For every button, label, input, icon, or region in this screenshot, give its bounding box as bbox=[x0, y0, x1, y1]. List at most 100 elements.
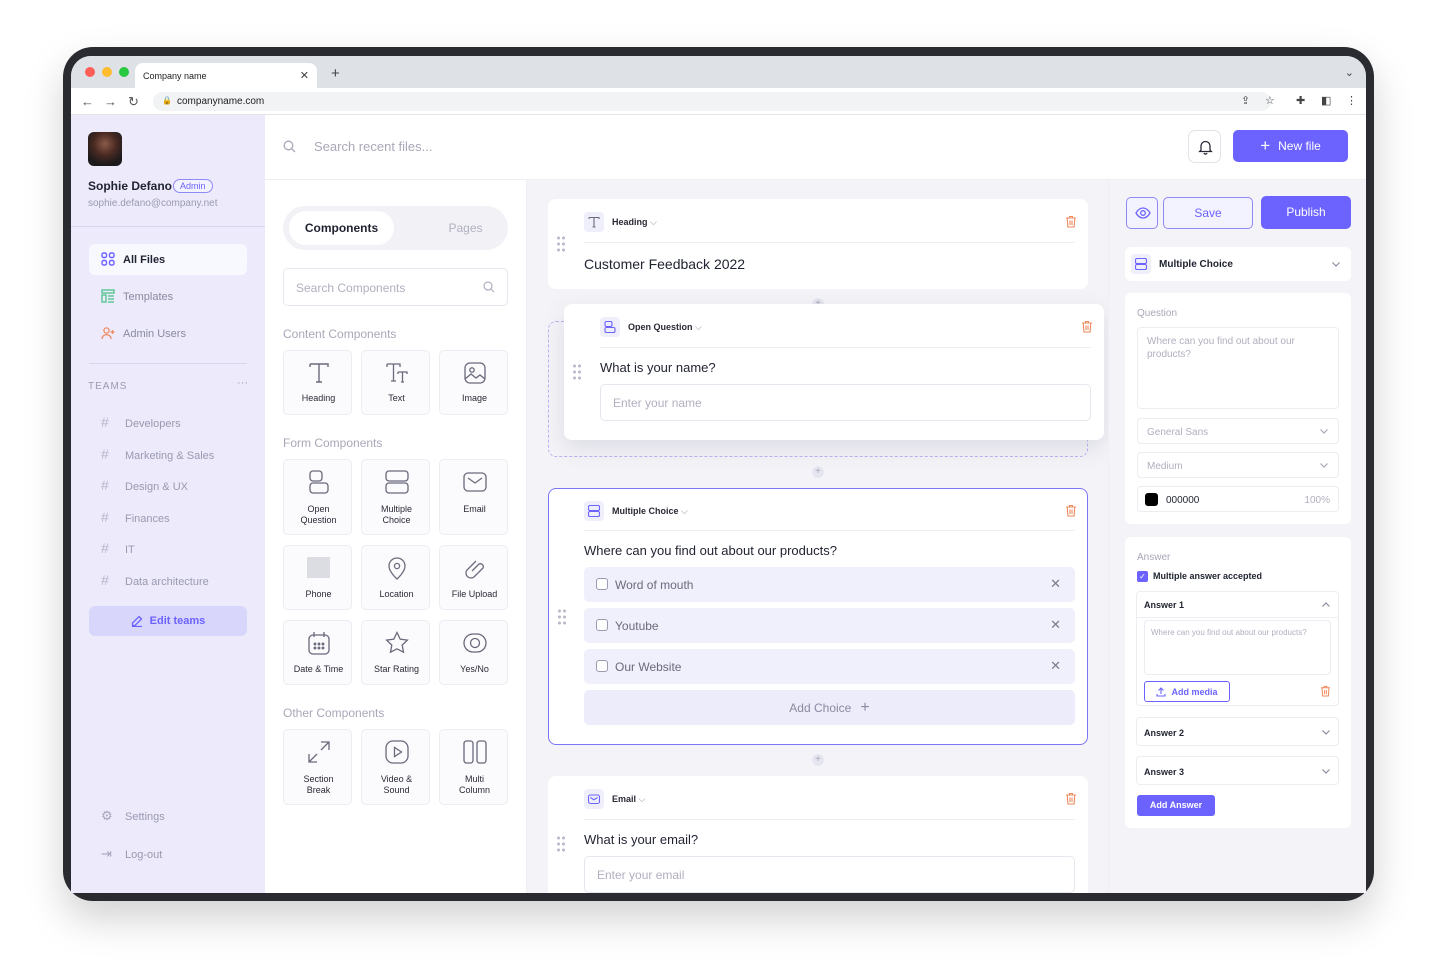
question-text[interactable]: Where can you find out about our product… bbox=[584, 543, 837, 558]
question-textarea[interactable]: Where can you find out about our product… bbox=[1137, 327, 1339, 409]
forward-arrow-icon[interactable]: → bbox=[104, 94, 117, 109]
drag-handle-icon[interactable] bbox=[572, 364, 582, 380]
component-yes-no[interactable]: Yes/No bbox=[439, 620, 508, 685]
remove-choice-icon[interactable]: ✕ bbox=[1050, 576, 1061, 592]
team-item[interactable]: # IT bbox=[101, 540, 135, 556]
chevron-up-icon[interactable] bbox=[1321, 600, 1331, 610]
url-field[interactable]: 🔒 companyname.com bbox=[153, 92, 1271, 111]
open-question-card[interactable]: Open Question ⌵ What is your name? Enter… bbox=[564, 304, 1104, 440]
component-multiple-choice[interactable]: Multiple Choice bbox=[361, 459, 430, 535]
multiple-answers-checkbox[interactable]: ✓ bbox=[1137, 571, 1148, 582]
name-input[interactable]: Enter your name bbox=[600, 384, 1091, 421]
component-heading[interactable]: Heading bbox=[283, 350, 352, 415]
close-window-button[interactable] bbox=[85, 67, 95, 77]
color-swatch[interactable] bbox=[1145, 493, 1158, 506]
trash-icon[interactable] bbox=[1065, 792, 1077, 805]
drag-handle-icon[interactable] bbox=[556, 236, 566, 252]
component-open-question[interactable]: Open Question bbox=[283, 459, 352, 535]
sidebar-item-templates[interactable]: Templates bbox=[89, 281, 247, 312]
reload-icon[interactable]: ↻ bbox=[128, 94, 139, 110]
tab-pages[interactable]: Pages bbox=[413, 211, 518, 245]
trash-icon[interactable] bbox=[1081, 320, 1093, 333]
sidepanel-icon[interactable]: ◧ bbox=[1321, 94, 1331, 107]
choice-item[interactable]: Youtube ✕ bbox=[584, 608, 1075, 643]
component-text[interactable]: Text bbox=[361, 350, 430, 415]
trash-icon[interactable] bbox=[1320, 685, 1331, 697]
team-item[interactable]: # Design & UX bbox=[101, 477, 188, 493]
team-item[interactable]: # Data architecture bbox=[101, 572, 209, 588]
remove-choice-icon[interactable]: ✕ bbox=[1050, 617, 1061, 633]
team-item[interactable]: # Finances bbox=[101, 509, 170, 525]
close-tab-icon[interactable]: ✕ bbox=[300, 69, 309, 82]
browser-menu-icon[interactable]: ⋮ bbox=[1346, 94, 1357, 107]
answer-1-header[interactable]: Answer 1 bbox=[1144, 600, 1184, 610]
checkbox[interactable] bbox=[596, 660, 608, 672]
logout-link[interactable]: ⇥ Log-out bbox=[101, 846, 162, 862]
sidebar-item-admin-users[interactable]: Admin Users bbox=[89, 318, 247, 349]
component-file-upload[interactable]: File Upload bbox=[439, 545, 508, 610]
new-file-button[interactable]: + New file bbox=[1233, 130, 1348, 162]
maximize-window-button[interactable] bbox=[119, 67, 129, 77]
add-media-button[interactable]: Add media bbox=[1144, 681, 1230, 702]
new-tab-icon[interactable]: + bbox=[331, 65, 340, 82]
drag-handle-icon[interactable] bbox=[556, 836, 566, 852]
color-input[interactable]: 000000 100% bbox=[1137, 486, 1339, 512]
answer-2-panel[interactable]: Answer 2 bbox=[1136, 717, 1339, 746]
extensions-icon[interactable]: ✚ bbox=[1296, 94, 1305, 107]
add-answer-button[interactable]: Add Answer bbox=[1137, 795, 1215, 816]
component-type-select[interactable]: Multiple Choice bbox=[1125, 247, 1351, 281]
component-type-dropdown[interactable]: Email ⌵ bbox=[612, 794, 645, 805]
checkbox[interactable] bbox=[596, 619, 608, 631]
search-input[interactable]: Search recent files... bbox=[314, 139, 433, 154]
component-image[interactable]: Image bbox=[439, 350, 508, 415]
minimize-window-button[interactable] bbox=[102, 67, 112, 77]
settings-link[interactable]: ⚙ Settings bbox=[101, 808, 165, 824]
trash-icon[interactable] bbox=[1065, 504, 1077, 517]
component-star-rating[interactable]: Star Rating bbox=[361, 620, 430, 685]
avatar[interactable] bbox=[88, 132, 122, 166]
component-multi-column[interactable]: Multi Column bbox=[439, 729, 508, 805]
font-weight-select[interactable]: Medium bbox=[1137, 452, 1339, 478]
email-input[interactable]: Enter your email bbox=[584, 856, 1075, 893]
insert-block-icon[interactable]: + bbox=[812, 466, 824, 478]
team-item[interactable]: # Marketing & Sales bbox=[101, 446, 214, 462]
component-type-dropdown[interactable]: Heading ⌵ bbox=[612, 217, 657, 228]
notifications-button[interactable] bbox=[1188, 130, 1221, 163]
heading-card[interactable]: Heading ⌵ Customer Feedback 2022 bbox=[548, 199, 1088, 289]
choice-item[interactable]: Our Website ✕ bbox=[584, 649, 1075, 684]
sidebar-item-all-files[interactable]: All Files bbox=[89, 244, 247, 275]
publish-button[interactable]: Publish bbox=[1261, 196, 1351, 229]
choice-item[interactable]: Word of mouth ✕ bbox=[584, 567, 1075, 602]
font-family-select[interactable]: General Sans bbox=[1137, 418, 1339, 444]
component-phone[interactable]: Phone bbox=[283, 545, 352, 610]
component-type-dropdown[interactable]: Open Question ⌵ bbox=[628, 322, 702, 333]
save-button[interactable]: Save bbox=[1163, 197, 1253, 229]
answer-3-panel[interactable]: Answer 3 bbox=[1136, 756, 1339, 785]
answer-1-textarea[interactable]: Where can you find out about our product… bbox=[1144, 620, 1331, 675]
insert-block-icon[interactable]: + bbox=[812, 754, 824, 766]
component-date-time[interactable]: Date & Time bbox=[283, 620, 352, 685]
component-video-sound[interactable]: Video & Sound bbox=[361, 729, 430, 805]
remove-choice-icon[interactable]: ✕ bbox=[1050, 658, 1061, 674]
share-icon[interactable]: ⇪ bbox=[1241, 94, 1250, 107]
edit-teams-button[interactable]: Edit teams bbox=[89, 606, 247, 636]
tab-list-chevron-icon[interactable]: ⌄ bbox=[1345, 66, 1354, 79]
checkbox[interactable] bbox=[596, 578, 608, 590]
question-text[interactable]: What is your email? bbox=[584, 832, 698, 847]
teams-more-icon[interactable]: ··· bbox=[237, 377, 248, 389]
heading-text[interactable]: Customer Feedback 2022 bbox=[584, 256, 745, 272]
component-email[interactable]: Email bbox=[439, 459, 508, 535]
tab-components[interactable]: Components bbox=[289, 211, 394, 245]
add-choice-button[interactable]: Add Choice + bbox=[584, 690, 1075, 725]
bookmark-star-icon[interactable]: ☆ bbox=[1265, 94, 1275, 107]
components-search-input[interactable]: Search Components bbox=[283, 268, 508, 306]
browser-tab[interactable]: Company name ✕ bbox=[135, 63, 317, 88]
multiple-choice-card[interactable]: Multiple Choice ⌵ Where can you find out… bbox=[548, 488, 1088, 745]
question-text[interactable]: What is your name? bbox=[600, 360, 716, 375]
component-section-break[interactable]: Section Break bbox=[283, 729, 352, 805]
component-type-dropdown[interactable]: Multiple Choice ⌵ bbox=[612, 506, 688, 517]
back-arrow-icon[interactable]: ← bbox=[81, 94, 94, 109]
drag-handle-icon[interactable] bbox=[557, 609, 567, 625]
team-item[interactable]: # Developers bbox=[101, 414, 181, 430]
component-location[interactable]: Location bbox=[361, 545, 430, 610]
